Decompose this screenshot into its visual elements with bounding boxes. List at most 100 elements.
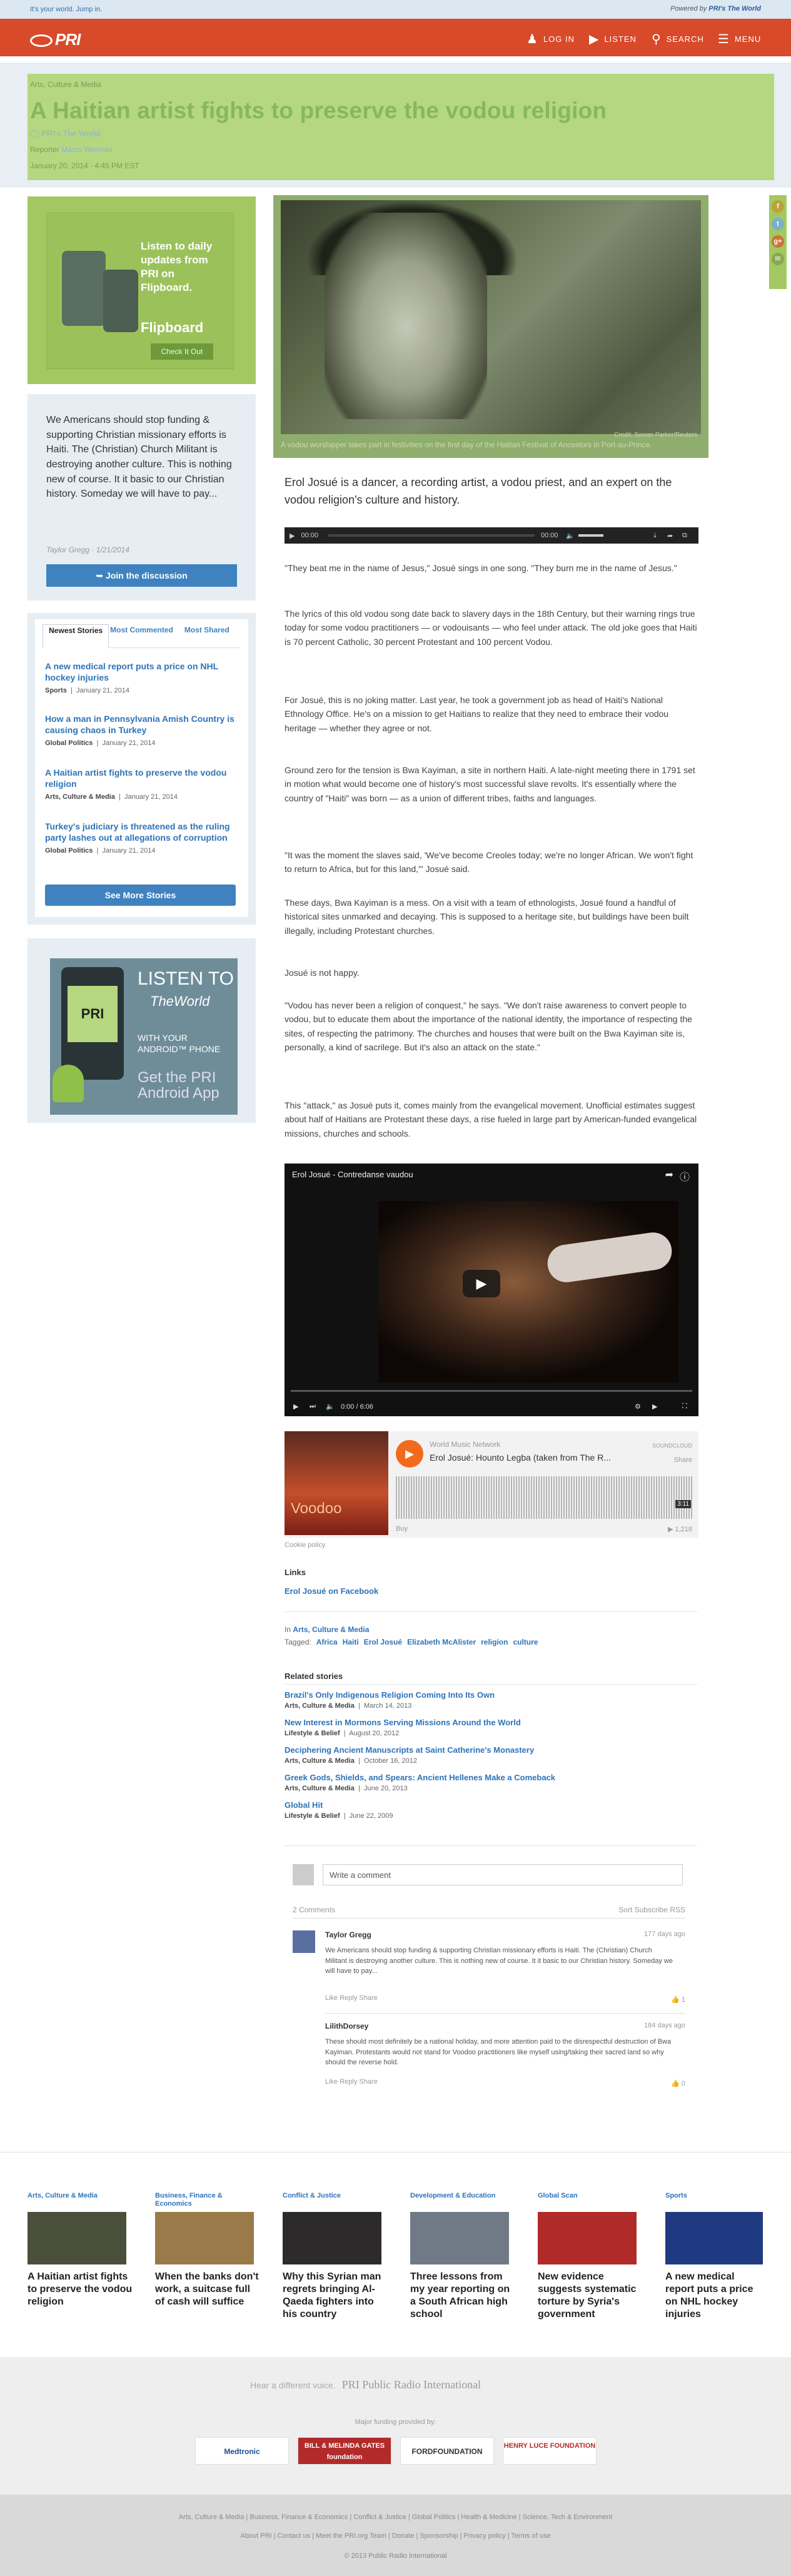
story-title[interactable]: A new medical report puts a price on NHL… [45, 661, 242, 683]
bottom-image[interactable] [283, 2212, 381, 2264]
comment-author[interactable]: Taylor Gregg [325, 1930, 371, 1939]
info-icon[interactable]: ⓘ [680, 1169, 690, 1184]
join-discussion-button[interactable]: ➥ Join the discussion [46, 564, 237, 587]
youtube-icon[interactable]: ▶ [652, 1402, 657, 1411]
bottom-story[interactable]: Development & Education Three lessons fro… [410, 2192, 515, 2321]
bottom-title[interactable]: Why this Syrian man regrets bringing Al-… [283, 2271, 388, 2321]
bottom-title[interactable]: A Haitian artist fights to preserve the … [28, 2271, 133, 2308]
related-item[interactable]: Greek Gods, Shields, and Spears: Ancient… [285, 1773, 697, 1792]
facebook-icon[interactable]: f [772, 200, 784, 213]
sponsor-logo[interactable]: Medtronic [195, 2437, 289, 2465]
settings-icon[interactable]: ⚙ [635, 1402, 641, 1411]
audio-player[interactable]: ▶ 00:00 00:00 🔈 ⤓ ➦ ⧉ [285, 527, 698, 544]
footer-brand[interactable]: Hear a different voice. PRI Public Radio … [250, 2378, 481, 2391]
bottom-image[interactable] [410, 2212, 509, 2264]
bottom-title[interactable]: A new medical report puts a price on NHL… [665, 2271, 765, 2321]
bottom-image[interactable] [155, 2212, 254, 2264]
source-link[interactable]: ◯ PRI's The World [30, 129, 100, 139]
soundcloud-network[interactable]: World Music Network [430, 1440, 500, 1449]
story-category[interactable]: Global Politics [45, 739, 93, 747]
footer-category-links[interactable]: Arts, Culture & Media | Business, Financ… [0, 2513, 791, 2521]
player-progress[interactable] [328, 534, 535, 537]
bottom-image[interactable] [665, 2212, 763, 2264]
cookie-policy-link[interactable]: Cookie policy [285, 1541, 325, 1549]
related-category[interactable]: Arts, Culture & Media [285, 1757, 355, 1765]
search-button[interactable]: ⚲ SEARCH [652, 31, 704, 47]
bottom-story[interactable]: Business, Finance & Economics When the ba… [155, 2192, 260, 2308]
avatar[interactable] [293, 1930, 315, 1953]
fullscreen-icon[interactable]: ⛶ [682, 1402, 687, 1411]
related-title[interactable]: Greek Gods, Shields, and Spears: Ancient… [285, 1773, 697, 1782]
soundcloud-play-button[interactable]: ▶ [396, 1440, 423, 1468]
video-play-button[interactable]: ▶ [463, 1270, 500, 1297]
filed-category[interactable]: Arts, Culture & Media [293, 1625, 369, 1634]
video-embed[interactable]: Erol Josué - Contredanse vaudou ➦ ⓘ ▶ ▶ … [285, 1164, 698, 1416]
comment-votes[interactable]: 👍 0 [671, 2079, 685, 2087]
related-item[interactable]: Global Hit Lifestyle & Belief | June 22, … [285, 1800, 697, 1820]
tag[interactable]: Elizabeth McAlister [407, 1638, 476, 1646]
header-category[interactable]: Arts, Culture & Media [30, 80, 101, 89]
bottom-title[interactable]: New evidence suggests systematic torture… [538, 2271, 643, 2321]
tab-newest[interactable]: Newest Stories [43, 624, 109, 648]
bottom-category[interactable]: Sports [665, 2192, 765, 2208]
soundcloud-logo[interactable]: SOUNDCLOUD [652, 1443, 692, 1449]
powered-brand[interactable]: PRI's The World [708, 5, 761, 13]
tab-most-shared[interactable]: Most Shared [174, 624, 239, 647]
pri-logo[interactable]: PRI [30, 30, 81, 49]
sponsor-logo[interactable]: HENRY LUCE FOUNDATION [503, 2437, 597, 2465]
tag[interactable]: culture [513, 1638, 538, 1646]
related-title[interactable]: Deciphering Ancient Manuscripts at Saint… [285, 1745, 697, 1755]
tab-most-commented[interactable]: Most Commented [109, 624, 174, 647]
email-icon[interactable]: ✉ [772, 253, 784, 265]
soundcloud-embed[interactable]: Voodoo ▶ World Music Network Erol Josué:… [285, 1431, 698, 1538]
tag[interactable]: Haiti [343, 1638, 359, 1646]
see-more-stories-button[interactable]: See More Stories [45, 885, 236, 906]
bottom-category[interactable]: Development & Education [410, 2192, 515, 2208]
twitter-icon[interactable]: t [772, 218, 784, 230]
bottom-story[interactable]: Conflict & Justice Why this Syrian man re… [283, 2192, 388, 2321]
comment-actions[interactable]: Like Reply Share [325, 1994, 378, 2002]
share-icon[interactable]: ➦ [665, 1169, 673, 1181]
bottom-image[interactable] [538, 2212, 637, 2264]
related-category[interactable]: Arts, Culture & Media [285, 1785, 355, 1792]
check-it-out-button[interactable]: Check It Out [151, 343, 213, 360]
download-icon[interactable]: ⤓ [653, 532, 657, 540]
related-title[interactable]: New Interest in Mormons Serving Missions… [285, 1718, 697, 1727]
android-app-ad[interactable]: PRI LISTEN TO TheWorld WITH YOUR ANDROID… [50, 958, 238, 1115]
related-category[interactable]: Arts, Culture & Media [285, 1702, 355, 1710]
sponsor-logo[interactable]: BILL & MELINDA GATES foundation [298, 2437, 391, 2465]
play-icon[interactable]: ▶ [290, 532, 295, 540]
comment-author[interactable]: LilithDorsey [325, 2022, 368, 2031]
story-category[interactable]: Sports [45, 687, 67, 694]
soundcloud-track[interactable]: Erol Josué: Hounto Legba (taken from The… [430, 1453, 611, 1463]
facebook-link[interactable]: Erol Josué on Facebook [285, 1586, 378, 1596]
sort-subscribe-links[interactable]: Sort Subscribe RSS [618, 1905, 685, 1914]
video-title[interactable]: Erol Josué - Contredanse vaudou [292, 1170, 413, 1179]
popout-icon[interactable]: ⧉ [682, 532, 687, 540]
list-item[interactable]: How a man in Pennsylvania Amish Country … [45, 713, 242, 747]
related-item[interactable]: Brazil's Only Indigenous Religion Coming… [285, 1690, 697, 1710]
share-icon[interactable]: ➦ [667, 532, 673, 540]
bottom-image[interactable] [28, 2212, 126, 2264]
bottom-category[interactable]: Conflict & Justice [283, 2192, 388, 2208]
waveform[interactable] [396, 1476, 692, 1519]
next-icon[interactable]: ⏭ [310, 1402, 316, 1411]
list-item[interactable]: A Haitian artist fights to preserve the … [45, 767, 242, 801]
bottom-title[interactable]: Three lessons from my year reporting on … [410, 2271, 515, 2321]
story-title[interactable]: Turkey's judiciary is threatened as the … [45, 821, 242, 843]
play-icon[interactable]: ▶ [293, 1402, 298, 1411]
tag[interactable]: religion [481, 1638, 508, 1646]
bottom-category[interactable]: Arts, Culture & Media [28, 2192, 133, 2208]
video-progress[interactable] [291, 1390, 692, 1392]
bottom-category[interactable]: Business, Finance & Economics [155, 2192, 260, 2208]
login-button[interactable]: ♟ LOG IN [526, 31, 575, 47]
comment-votes[interactable]: 👍 1 [671, 1995, 685, 2004]
list-item[interactable]: A new medical report puts a price on NHL… [45, 661, 242, 694]
google-plus-icon[interactable]: g+ [772, 235, 784, 248]
bottom-story[interactable]: Sports A new medical report puts a price … [665, 2192, 765, 2321]
story-title[interactable]: A Haitian artist fights to preserve the … [45, 767, 242, 789]
volume-slider[interactable] [578, 534, 603, 537]
related-item[interactable]: New Interest in Mormons Serving Missions… [285, 1718, 697, 1737]
story-category[interactable]: Arts, Culture & Media [45, 793, 115, 801]
list-item[interactable]: Turkey's judiciary is threatened as the … [45, 821, 242, 854]
